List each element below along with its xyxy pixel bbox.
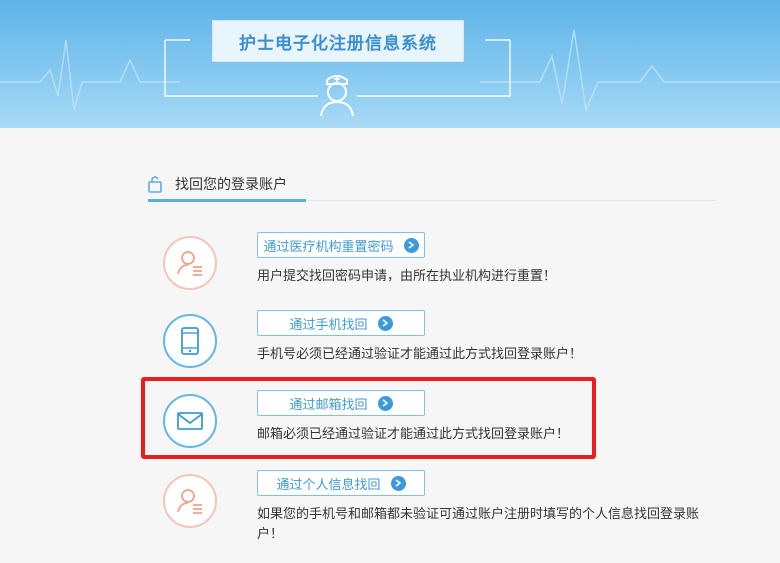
arrow-right-icon [403, 237, 419, 253]
phone-icon [163, 314, 217, 368]
institution-reset-button[interactable]: 通过医疗机构重置密码 [257, 232, 425, 258]
option-phone-recovery: 通过手机找回 手机号必须已经通过验证才能通过此方式找回登录账户！ [163, 310, 723, 380]
section-header: 找回您的登录账户 [148, 170, 716, 202]
option-personal-info-recovery: 通过个人信息找回 如果您的手机号和邮箱都未验证可通过账户注册时填写的个人信息找回… [163, 470, 723, 542]
nurse-icon [317, 70, 357, 122]
arrow-right-icon [377, 315, 393, 331]
section-underline [148, 199, 306, 202]
lock-icon [148, 175, 162, 197]
button-label: 通过医疗机构重置密码 [263, 239, 394, 255]
highlight-box [141, 377, 596, 459]
phone-recovery-button[interactable]: 通过手机找回 [257, 310, 425, 336]
option-description: 用户提交找回密码申请，由所在执业机构进行重置！ [257, 269, 557, 284]
button-label: 通过个人信息找回 [276, 477, 381, 493]
user-info-icon [163, 474, 217, 528]
header-banner: 护士电子化注册信息系统 [0, 0, 780, 128]
system-title: 护士电子化注册信息系统 [212, 20, 464, 62]
section-title: 找回您的登录账户 [175, 177, 287, 193]
option-institution-reset: 通过医疗机构重置密码 用户提交找回密码申请，由所在执业机构进行重置！ [163, 232, 723, 302]
arrow-right-icon [390, 475, 406, 491]
personal-info-recovery-button[interactable]: 通过个人信息找回 [257, 470, 425, 496]
option-description: 手机号必须已经通过验证才能通过此方式找回登录账户！ [257, 347, 583, 362]
user-reset-icon [163, 236, 217, 290]
option-description: 如果您的手机号和邮箱都未验证可通过账户注册时填写的个人信息找回登录账户！ [257, 507, 700, 542]
button-label: 通过手机找回 [289, 317, 368, 333]
